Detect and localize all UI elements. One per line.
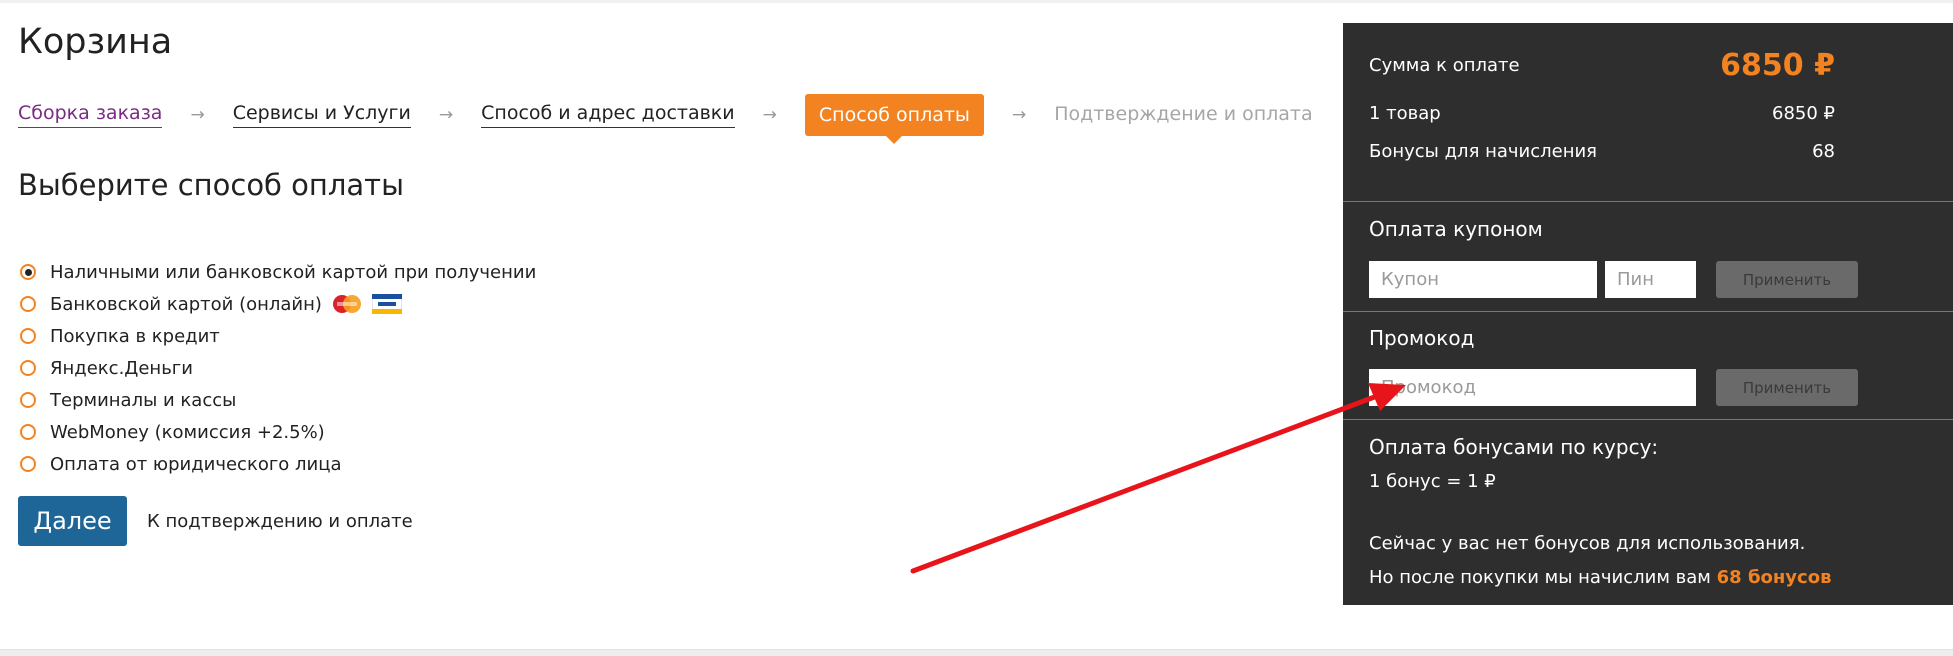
checkout-steps: Сборка заказа → Сервисы и Услуги → Спосо… [18,93,1313,144]
summary-items-label: 1 товар [1369,102,1441,124]
summary-bonus-label: Бонусы для начисления [1369,140,1598,162]
payment-option-credit[interactable]: Покупка в кредит [20,320,536,352]
step-arrow: → [190,105,205,125]
step-arrow: → [762,105,777,125]
payment-option-label: Наличными или банковской картой при полу… [50,261,537,283]
visa-icon [371,294,402,314]
payment-option-label: WebMoney (комиссия +2.5%) [50,421,325,443]
summary-bonus-value: 68 [1812,140,1835,162]
bonus-rate: 1 бонус = 1 ₽ [1369,471,1496,492]
payment-option-label: Яндекс.Деньги [50,357,193,379]
promo-code-input[interactable] [1369,369,1696,406]
coupon-input[interactable] [1369,261,1597,298]
radio-button[interactable] [20,360,36,376]
coupon-title: Оплата купоном [1369,217,1543,241]
summary-total-label: Сумма к оплате [1369,54,1520,76]
top-border [0,0,1953,3]
payment-option-yandex-money[interactable]: Яндекс.Деньги [20,352,536,384]
mastercard-icon [332,295,361,313]
summary-total-value: 6850 ₽ [1720,47,1835,83]
bonus-payment-title: Оплата бонусами по курсу: [1369,435,1659,459]
payment-option-label: Терминалы и кассы [50,389,237,411]
next-step-row: Далее К подтверждению и оплате [18,496,413,546]
step-order-assembly[interactable]: Сборка заказа [18,102,163,128]
checkout-page: Корзина Сборка заказа → Сервисы и Услуги… [0,0,1953,656]
step-payment-method: Способ оплаты [804,94,984,144]
step-delivery[interactable]: Способ и адрес доставки [481,102,735,128]
next-step-caption: К подтверждению и оплате [147,510,413,532]
radio-button-checked[interactable] [20,264,36,280]
divider [1343,311,1953,312]
summary-items-value: 6850 ₽ [1772,102,1835,124]
no-bonus-text: Сейчас у вас нет бонусов для использован… [1369,533,1806,554]
payment-option-label: Банковской картой (онлайн) [50,293,322,315]
order-summary-panel: Сумма к оплате 6850 ₽ 1 товар 6850 ₽ Бон… [1343,23,1953,605]
section-title: Выберите способ оплаты [18,168,404,202]
next-button[interactable]: Далее [18,496,127,546]
promo-title: Промокод [1369,326,1475,350]
after-purchase-bonus-amount: 68 бонусов [1716,567,1832,588]
summary-total-row: Сумма к оплате 6850 ₽ [1369,45,1835,85]
payment-option-card-online[interactable]: Банковской картой (онлайн) [20,288,536,320]
after-purchase-text: Но после покупки мы начислим вам [1369,567,1711,588]
divider [1343,201,1953,202]
radio-button[interactable] [20,456,36,472]
radio-button[interactable] [20,392,36,408]
payment-option-webmoney[interactable]: WebMoney (комиссия +2.5%) [20,416,536,448]
payment-option-label: Покупка в кредит [50,325,220,347]
radio-button[interactable] [20,328,36,344]
promo-apply-button[interactable]: Применить [1716,369,1858,406]
summary-items-row: 1 товар 6850 ₽ [1369,99,1835,127]
payment-option-cash[interactable]: Наличными или банковской картой при полу… [20,256,536,288]
payment-options-list: Наличными или банковской картой при полу… [20,256,536,480]
pin-input[interactable] [1605,261,1696,298]
step-services[interactable]: Сервисы и Услуги [232,102,411,128]
page-title: Корзина [18,22,173,62]
step-arrow: → [438,105,454,125]
payment-option-legal-entity[interactable]: Оплата от юридического лица [20,448,536,480]
coupon-apply-button[interactable]: Применить [1716,261,1858,298]
radio-button[interactable] [20,424,36,440]
divider [1343,419,1953,420]
after-purchase-line: Но после покупки мы начислим вам 68 бону… [1369,567,1831,588]
payment-option-label: Оплата от юридического лица [50,453,342,475]
step-arrow: → [1011,105,1027,125]
bottom-border [0,649,1953,656]
radio-button[interactable] [20,296,36,312]
payment-option-terminals[interactable]: Терминалы и кассы [20,384,536,416]
summary-bonus-row: Бонусы для начисления 68 [1369,137,1835,165]
step-confirmation: Подтверждение и оплата [1054,102,1313,125]
